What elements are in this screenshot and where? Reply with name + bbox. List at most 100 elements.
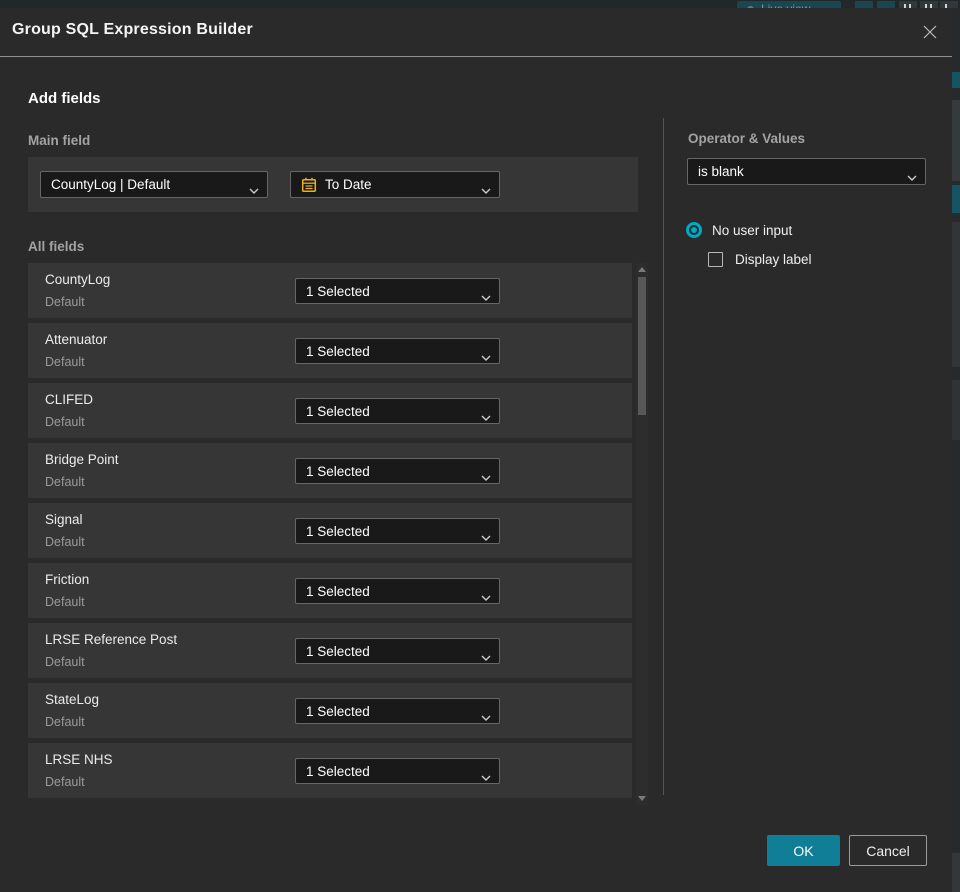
field-selected-dropdown[interactable]: 1 Selected — [295, 638, 500, 664]
field-selected-dropdown-value: 1 Selected — [306, 643, 370, 659]
chevron-down-icon — [481, 289, 491, 304]
background-app-strip-right — [952, 8, 960, 892]
background-toolbar-button — [877, 1, 895, 8]
no-user-input-radio-row[interactable]: No user input — [686, 222, 792, 238]
field-selected-dropdown-value: 1 Selected — [306, 763, 370, 779]
field-selected-dropdown-value: 1 Selected — [306, 463, 370, 479]
main-field-label: Main field — [28, 133, 91, 148]
field-row: LRSE Reference Post Default 1 Selected — [28, 623, 632, 678]
field-name: StateLog — [45, 692, 100, 707]
background-app-strip-top: Live view — [0, 0, 960, 8]
display-label-label: Display label — [735, 252, 812, 267]
field-name: LRSE Reference Post — [45, 632, 178, 647]
field-selected-dropdown[interactable]: 1 Selected — [295, 398, 500, 424]
field-selected-dropdown-value: 1 Selected — [306, 283, 370, 299]
dialog-header: Group SQL Expression Builder — [0, 8, 952, 57]
chevron-down-icon — [907, 169, 917, 184]
field-selected-dropdown-value: 1 Selected — [306, 703, 370, 719]
chevron-down-icon — [481, 709, 491, 724]
chevron-down-icon — [481, 469, 491, 484]
field-selected-dropdown[interactable]: 1 Selected — [295, 758, 500, 784]
field-name: CountyLog — [45, 272, 111, 287]
field-selected-dropdown-value: 1 Selected — [306, 343, 370, 359]
all-fields-list: CountyLog Default 1 Selected Attenuator … — [28, 263, 632, 803]
field-layer-sublabel: Default — [45, 295, 85, 309]
field-layer-sublabel: Default — [45, 355, 85, 369]
field-name: Attenuator — [45, 332, 108, 347]
display-label-checkbox-row[interactable]: Display label — [708, 252, 812, 267]
operator-dropdown[interactable]: is blank — [687, 158, 926, 185]
radio-selected-icon[interactable] — [686, 222, 702, 238]
main-field-container: CountyLog | Default To Date — [28, 157, 638, 212]
field-selected-dropdown-value: 1 Selected — [306, 403, 370, 419]
background-accent-block — [952, 72, 960, 88]
operator-values-heading: Operator & Values — [688, 131, 806, 146]
field-name: Bridge Point — [45, 452, 119, 467]
background-pause-button — [899, 1, 917, 8]
field-selected-dropdown[interactable]: 1 Selected — [295, 458, 500, 484]
background-block — [952, 222, 960, 367]
field-row: CountyLog Default 1 Selected — [28, 263, 632, 318]
close-icon[interactable] — [918, 20, 942, 44]
date-type-dropdown-value: To Date — [325, 177, 372, 192]
main-field-dropdown[interactable]: CountyLog | Default — [40, 171, 268, 198]
background-accent-block — [952, 185, 960, 213]
operator-dropdown-value: is blank — [698, 164, 744, 179]
chevron-down-icon — [481, 769, 491, 784]
scrollbar-thumb[interactable] — [638, 277, 646, 415]
field-layer-sublabel: Default — [45, 775, 85, 789]
group-sql-expression-builder-dialog: Group SQL Expression Builder Add fields … — [0, 8, 952, 892]
no-user-input-label: No user input — [712, 222, 793, 238]
field-selected-dropdown[interactable]: 1 Selected — [295, 338, 500, 364]
field-row: Attenuator Default 1 Selected — [28, 323, 632, 378]
field-row: CLIFED Default 1 Selected — [28, 383, 632, 438]
checkbox-unchecked-icon[interactable] — [708, 252, 723, 267]
background-toolbar-button — [940, 1, 958, 8]
field-layer-sublabel: Default — [45, 475, 85, 489]
field-selected-dropdown[interactable]: 1 Selected — [295, 518, 500, 544]
dialog-title: Group SQL Expression Builder — [12, 21, 253, 38]
field-selected-dropdown[interactable]: 1 Selected — [295, 698, 500, 724]
field-selected-dropdown-value: 1 Selected — [306, 583, 370, 599]
chevron-down-icon — [481, 349, 491, 364]
cancel-button[interactable]: Cancel — [849, 835, 927, 866]
field-name: LRSE NHS — [45, 752, 113, 767]
field-name: Signal — [45, 512, 83, 527]
field-row: LRSE NHS Default 1 Selected — [28, 743, 632, 798]
chevron-down-icon — [481, 529, 491, 544]
field-layer-sublabel: Default — [45, 595, 85, 609]
field-layer-sublabel: Default — [45, 655, 85, 669]
background-block — [952, 100, 960, 181]
calendar-icon — [301, 177, 317, 192]
field-layer-sublabel: Default — [45, 535, 85, 549]
field-selected-dropdown-value: 1 Selected — [306, 523, 370, 539]
scrollbar-up-arrow-icon[interactable] — [638, 267, 646, 272]
date-type-dropdown[interactable]: To Date — [290, 171, 500, 198]
all-fields-label: All fields — [28, 239, 85, 254]
chevron-down-icon — [481, 182, 491, 197]
add-fields-heading: Add fields — [28, 90, 101, 107]
live-view-button[interactable]: Live view — [737, 1, 841, 8]
field-row: Friction Default 1 Selected — [28, 563, 632, 618]
background-block — [952, 380, 960, 440]
ok-button[interactable]: OK — [767, 835, 840, 866]
field-layer-sublabel: Default — [45, 715, 85, 729]
chevron-down-icon — [481, 589, 491, 604]
field-selected-dropdown[interactable]: 1 Selected — [295, 278, 500, 304]
scrollbar-down-arrow-icon[interactable] — [638, 796, 646, 801]
field-row: StateLog Default 1 Selected — [28, 683, 632, 738]
field-name: Friction — [45, 572, 90, 587]
field-layer-sublabel: Default — [45, 415, 85, 429]
field-name: CLIFED — [45, 392, 94, 407]
field-row: Bridge Point Default 1 Selected — [28, 443, 632, 498]
background-toolbar-button — [855, 1, 873, 8]
chevron-down-icon — [481, 409, 491, 424]
main-field-dropdown-value: CountyLog | Default — [51, 177, 171, 192]
field-row: Signal Default 1 Selected — [28, 503, 632, 558]
background-block — [952, 853, 960, 892]
chevron-down-icon — [481, 649, 491, 664]
panel-divider — [663, 118, 664, 795]
background-pause-button — [920, 1, 938, 8]
fields-list-scrollbar[interactable] — [636, 263, 648, 805]
field-selected-dropdown[interactable]: 1 Selected — [295, 578, 500, 604]
